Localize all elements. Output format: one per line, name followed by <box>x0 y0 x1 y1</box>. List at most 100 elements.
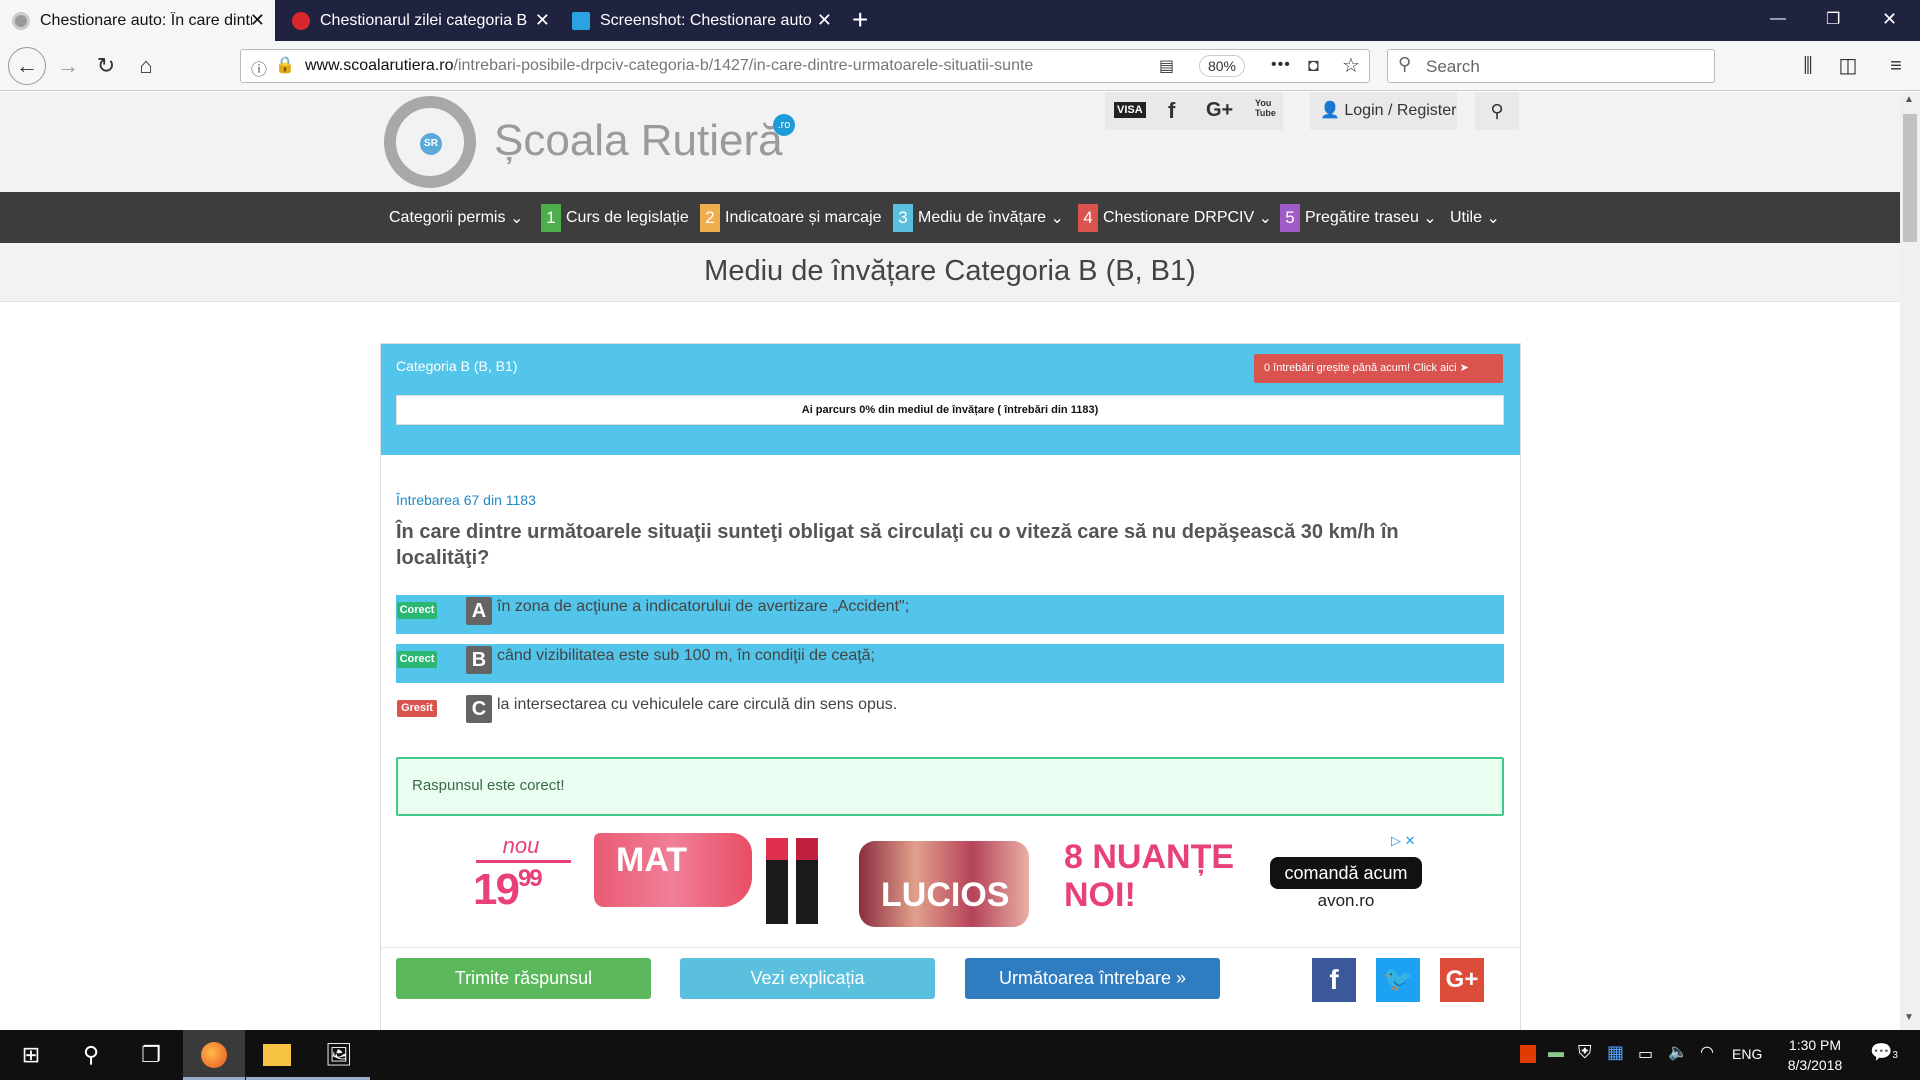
menu-number-badge: 2 <box>700 203 720 232</box>
minimize-button[interactable]: — <box>1770 10 1786 28</box>
windows-start-icon[interactable]: ⊞ <box>0 1030 62 1080</box>
quiz-header: Categoria B (B, B1) 0 întrebări greșite … <box>381 344 1520 455</box>
share-facebook-icon[interactable]: f <box>1312 958 1356 1002</box>
close-tab-icon[interactable]: ✕ <box>535 10 550 31</box>
tab-chestionarul-zilei[interactable]: Chestionarul zilei categoria B - Cu ✕ <box>280 0 560 41</box>
chevron-down-icon: ⌄ <box>1050 209 1064 227</box>
office-tray-icon[interactable] <box>1520 1045 1536 1063</box>
network-tray-icon[interactable]: ▦ <box>1607 1042 1624 1063</box>
menu-utile[interactable]: Utile ⌄ <box>1450 192 1500 243</box>
scroll-up-icon[interactable]: ▲ <box>1904 94 1914 105</box>
next-question-button[interactable]: Următoarea întrebare » <box>965 958 1220 999</box>
wifi-icon[interactable]: ◠ <box>1700 1042 1714 1062</box>
ad-lucios-text: LUCIOS <box>881 876 1010 914</box>
tab-title: Chestionare auto: În care dintre următoa… <box>40 11 252 29</box>
tray-app-icon[interactable]: ▬ <box>1548 1044 1564 1062</box>
google-plus-icon[interactable]: G+ <box>1206 99 1233 122</box>
home-icon[interactable]: ⌂ <box>130 50 162 82</box>
login-register-link[interactable]: 👤 Login / Register <box>1310 92 1457 130</box>
url-text: www.scoalarutiera.ro/intrebari-posibile-… <box>305 57 1175 75</box>
search-placeholder: Search <box>1426 57 1480 76</box>
menu-chestionare-drpciv[interactable]: 4 Chestionare DRPCIV ⌄ <box>1078 192 1272 243</box>
menu-icon[interactable]: ≡ <box>1880 50 1912 82</box>
url-bar[interactable]: ⓘ 🔒 www.scoalarutiera.ro/intrebari-posib… <box>240 49 1370 83</box>
chevron-down-icon: ⌄ <box>1258 209 1273 227</box>
social-icons: VISA f G+ You Tube <box>1105 92 1283 130</box>
answer-option-c[interactable]: Gresit C la intersectarea cu vehiculele … <box>396 693 1504 732</box>
restore-button[interactable]: ❐ <box>1826 9 1840 29</box>
avon-ad-banner[interactable]: nou 1999 MAT LUCIOS 8 NUANȚE NOI! comandă… <box>456 833 1422 927</box>
info-icon[interactable]: ⓘ <box>251 56 267 80</box>
ad-mat-text: MAT <box>616 841 688 879</box>
answer-option-a[interactable]: Corect A în zona de acţiune a indicatoru… <box>396 595 1504 634</box>
battery-icon[interactable]: ▭ <box>1638 1044 1653 1064</box>
share-google-plus-icon[interactable]: G+ <box>1440 958 1484 1002</box>
pocket-icon[interactable]: ◘ <box>1308 55 1319 76</box>
ad-cta-button[interactable]: comandă acum <box>1270 857 1422 889</box>
menu-curs-legislatie[interactable]: 1 Curs de legislație <box>541 192 689 243</box>
adchoices-icon[interactable]: ▷ ✕ <box>1391 833 1416 849</box>
notification-count: 3 <box>1892 1050 1898 1061</box>
page-actions-icon[interactable]: ••• <box>1271 56 1291 74</box>
bookmark-star-icon[interactable]: ☆ <box>1342 53 1360 78</box>
search-taskbar-icon[interactable]: ⚲ <box>60 1030 122 1080</box>
library-icon[interactable]: ⫼ <box>1792 50 1824 82</box>
reload-icon[interactable]: ↻ <box>90 50 122 82</box>
menu-indicatoare-marcaje[interactable]: 2 Indicatoare și marcaje <box>700 192 882 243</box>
clock[interactable]: 1:30 PM 8/3/2018 <box>1775 1035 1855 1075</box>
scrollbar-thumb[interactable] <box>1903 114 1917 242</box>
new-tab-button[interactable]: + <box>852 4 868 36</box>
task-view-icon[interactable]: ❐ <box>120 1030 182 1080</box>
menu-mediu-invatare[interactable]: 3 Mediu de învățare ⌄ <box>893 192 1064 243</box>
logo-badge: SR <box>420 133 442 155</box>
result-alert: Raspunsul este corect! <box>396 757 1504 816</box>
menu-pregatire-traseu[interactable]: 5 Pregătire traseu ⌄ <box>1280 192 1437 243</box>
firefox-taskbar-icon[interactable] <box>183 1030 245 1080</box>
url-path: /intrebari-posibile-drpciv-categoria-b/1… <box>453 57 1034 74</box>
site-search-icon[interactable]: ⚲ <box>1475 92 1519 130</box>
submit-answer-button[interactable]: Trimite răspunsul <box>396 958 651 999</box>
insecure-lock-icon[interactable]: 🔒 <box>275 55 295 75</box>
answer-option-b[interactable]: Corect B când vizibilitatea este sub 100… <box>396 644 1504 683</box>
login-label: Login / Register <box>1344 102 1457 119</box>
scroll-down-icon[interactable]: ▼ <box>1904 1012 1914 1023</box>
tab-scoala-rutiera[interactable]: Chestionare auto: În care dintre următoa… <box>0 0 275 41</box>
close-window-button[interactable]: ✕ <box>1882 9 1897 30</box>
user-icon: 👤 <box>1320 102 1340 119</box>
file-explorer-icon[interactable] <box>246 1030 308 1080</box>
sidebar-icon[interactable]: ◫ <box>1832 50 1864 82</box>
ad-divider <box>476 860 571 863</box>
page-title-bar: Mediu de învățare Categoria B (B, B1) <box>0 243 1900 302</box>
action-center-icon[interactable]: 💬3 <box>1870 1042 1898 1063</box>
defender-tray-icon[interactable]: ⛨ <box>1578 1042 1592 1063</box>
reader-view-icon[interactable]: ▤ <box>1159 56 1174 76</box>
facebook-icon[interactable]: f <box>1168 98 1175 124</box>
answer-status-badge: Corect <box>397 651 437 668</box>
close-tab-icon[interactable]: ✕ <box>250 10 265 31</box>
photos-icon[interactable]: 🖼 <box>308 1030 370 1080</box>
menu-label: Curs de legislație <box>566 208 689 226</box>
ad-site-text: avon.ro <box>1317 891 1375 910</box>
volume-icon[interactable]: 🔈 <box>1668 1042 1688 1062</box>
question-counter: Întrebarea 67 din 1183 <box>396 492 536 508</box>
share-twitter-icon[interactable]: 🐦 <box>1376 958 1420 1002</box>
steering-wheel-icon <box>12 11 30 30</box>
back-icon[interactable]: ← <box>8 47 46 85</box>
wrong-answers-label: 0 întrebări greșite până acum! Click aic… <box>1264 362 1457 374</box>
menu-label: Chestionare DRPCIV <box>1103 208 1255 226</box>
menu-categorii-permis[interactable]: Categorii permis ⌄ <box>389 192 523 243</box>
search-input[interactable]: ⚲ Search <box>1387 49 1715 83</box>
tab-screenshot[interactable]: Screenshot: Chestionare auto: Î ✕ <box>560 0 842 41</box>
ad-nuante-line2: NOI! <box>1064 876 1136 914</box>
close-tab-icon[interactable]: ✕ <box>817 10 832 31</box>
site-logo[interactable]: SR Școala Rutieră .ro <box>380 94 800 190</box>
zoom-level[interactable]: 80% <box>1199 55 1245 77</box>
view-explanation-button[interactable]: Vezi explicația <box>680 958 935 999</box>
cursor-icon: ➤ <box>1459 362 1469 374</box>
answer-letter: A <box>466 597 492 625</box>
scrollbar[interactable]: ▲ ▼ <box>1900 92 1920 1030</box>
page-title: Mediu de învățare Categoria B (B, B1) <box>704 255 1196 287</box>
wrong-answers-button[interactable]: 0 întrebări greșite până acum! Click aic… <box>1254 354 1503 383</box>
language-indicator[interactable]: ENG <box>1732 1046 1762 1062</box>
youtube-icon[interactable]: You Tube <box>1255 98 1276 118</box>
